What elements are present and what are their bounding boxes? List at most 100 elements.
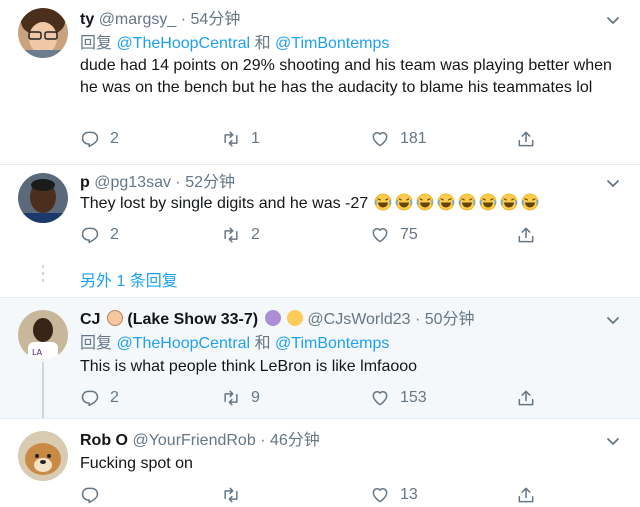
reply-icon xyxy=(80,485,100,505)
mention-link[interactable]: @TimBontemps xyxy=(275,335,389,352)
show-more-replies-link[interactable]: 另外 1 条回复 xyxy=(80,267,178,291)
tweet-cj[interactable]: LA CJ (Lake Show 33-7) @CJsWorld23 · 50分… xyxy=(0,298,640,418)
like-button[interactable]: 181 xyxy=(370,127,427,151)
like-icon xyxy=(370,225,390,245)
like-count: 181 xyxy=(400,130,427,147)
tweet-header: ty @margsy_ · 54分钟 xyxy=(80,10,240,30)
laughing-emoji-row xyxy=(374,193,539,211)
chevron-down-icon[interactable] xyxy=(606,179,620,189)
timestamp[interactable]: 46分钟 xyxy=(270,432,320,449)
tweet-text: This is what people think LeBron is like… xyxy=(80,358,418,375)
like-button[interactable]: 75 xyxy=(370,223,418,247)
laughing-emoji-icon xyxy=(479,193,497,211)
share-icon xyxy=(516,129,536,149)
like-count: 153 xyxy=(400,389,427,406)
reply-icon xyxy=(80,225,100,245)
retweet-icon xyxy=(221,225,241,245)
tweet-text-content: They lost by single digits and he was -2… xyxy=(80,195,369,212)
timestamp[interactable]: 54分钟 xyxy=(191,11,241,28)
svg-text:LA: LA xyxy=(32,348,43,357)
reply-button[interactable]: 2 xyxy=(80,223,119,247)
retweet-icon xyxy=(221,485,241,505)
avatar[interactable] xyxy=(18,173,68,223)
like-icon xyxy=(370,388,390,408)
reply-icon xyxy=(80,129,100,149)
share-button[interactable] xyxy=(516,483,536,507)
laughing-emoji-icon xyxy=(374,193,392,211)
laughing-emoji-icon xyxy=(500,193,518,211)
display-name[interactable]: p xyxy=(80,174,90,191)
person-emoji xyxy=(106,310,123,326)
chevron-down-icon[interactable] xyxy=(606,316,620,326)
retweet-count: 9 xyxy=(251,389,260,406)
laughing-emoji-icon xyxy=(521,193,539,211)
user-handle[interactable]: @margsy_ xyxy=(99,11,177,28)
mention-link[interactable]: @TimBontemps xyxy=(275,35,389,52)
tweet-actions: 13 xyxy=(80,483,540,507)
avatar[interactable] xyxy=(18,431,68,481)
laughing-emoji-icon xyxy=(458,193,476,211)
reply-button[interactable]: 2 xyxy=(80,127,119,151)
replying-to: 回复 @TheHoopCentral 和 @TimBontemps xyxy=(80,334,389,354)
laughing-emoji-icon xyxy=(437,193,455,211)
retweet-icon xyxy=(221,129,241,149)
thread-dots xyxy=(42,265,44,286)
reply-button[interactable] xyxy=(80,483,110,507)
tweet-actions: 2 9 153 xyxy=(80,386,540,410)
share-icon xyxy=(516,485,536,505)
retweet-button[interactable]: 9 xyxy=(221,386,260,410)
share-button[interactable] xyxy=(516,127,536,151)
display-name[interactable]: Rob O xyxy=(80,432,128,449)
reply-count: 2 xyxy=(110,130,119,147)
dot-separator: · xyxy=(260,432,266,449)
purple-heart-icon xyxy=(264,310,281,326)
tweet-header: Rob O @YourFriendRob · 46分钟 xyxy=(80,431,320,451)
tweet-rob-o[interactable]: Rob O @YourFriendRob · 46分钟 Fucking spot… xyxy=(0,419,640,507)
display-name-suffix[interactable]: (Lake Show 33-7) xyxy=(127,311,258,328)
tweet-actions: 2 2 75 xyxy=(80,223,540,247)
thread-connector xyxy=(42,362,44,418)
dot-separator: · xyxy=(414,311,421,328)
replying-to: 回复 @TheHoopCentral 和 @TimBontemps xyxy=(80,34,389,54)
share-button[interactable] xyxy=(516,386,536,410)
dot-separator: · xyxy=(175,174,181,191)
retweet-button[interactable]: 1 xyxy=(221,127,260,151)
mention-link[interactable]: @TheHoopCentral xyxy=(116,335,250,352)
reply-button[interactable]: 2 xyxy=(80,386,119,410)
user-handle[interactable]: @CJsWorld23 xyxy=(307,311,410,328)
user-handle[interactable]: @YourFriendRob xyxy=(132,432,255,449)
avatar[interactable] xyxy=(18,8,68,58)
retweet-button[interactable] xyxy=(221,483,251,507)
like-icon xyxy=(370,485,390,505)
chevron-down-icon[interactable] xyxy=(606,16,620,26)
reply-prefix: 回复 xyxy=(80,35,113,52)
laughing-emoji-icon xyxy=(395,193,413,211)
like-count: 75 xyxy=(400,226,418,243)
share-icon xyxy=(516,225,536,245)
share-icon xyxy=(516,388,536,408)
mention-link[interactable]: @TheHoopCentral xyxy=(116,35,250,52)
share-button[interactable] xyxy=(516,223,536,247)
like-icon xyxy=(370,129,390,149)
reply-prefix: 回复 xyxy=(80,335,113,352)
display-name[interactable]: CJ xyxy=(80,311,100,328)
tweet-text: Fucking spot on xyxy=(80,455,193,472)
avatar[interactable]: LA xyxy=(18,310,68,360)
reply-count: 2 xyxy=(110,226,119,243)
retweet-count: 2 xyxy=(251,226,260,243)
display-name[interactable]: ty xyxy=(80,11,94,28)
user-handle[interactable]: @pg13sav xyxy=(94,174,171,191)
tweet-text: dude had 14 points on 29% shooting and h… xyxy=(80,57,612,96)
like-count: 13 xyxy=(400,486,418,503)
like-button[interactable]: 13 xyxy=(370,483,418,507)
reply-and: 和 xyxy=(254,35,271,52)
timestamp[interactable]: 52分钟 xyxy=(185,174,235,191)
chevron-down-icon[interactable] xyxy=(606,437,620,447)
like-button[interactable]: 153 xyxy=(370,386,427,410)
tweet-ty[interactable]: ty @margsy_ · 54分钟 回复 @TheHoopCentral 和 … xyxy=(0,0,640,165)
retweet-button[interactable]: 2 xyxy=(221,223,260,247)
laughing-emoji-icon xyxy=(416,193,434,211)
reply-icon xyxy=(80,388,100,408)
timestamp[interactable]: 50分钟 xyxy=(425,311,475,328)
tweet-header: CJ (Lake Show 33-7) @CJsWorld23 · 50分钟 xyxy=(80,310,475,330)
